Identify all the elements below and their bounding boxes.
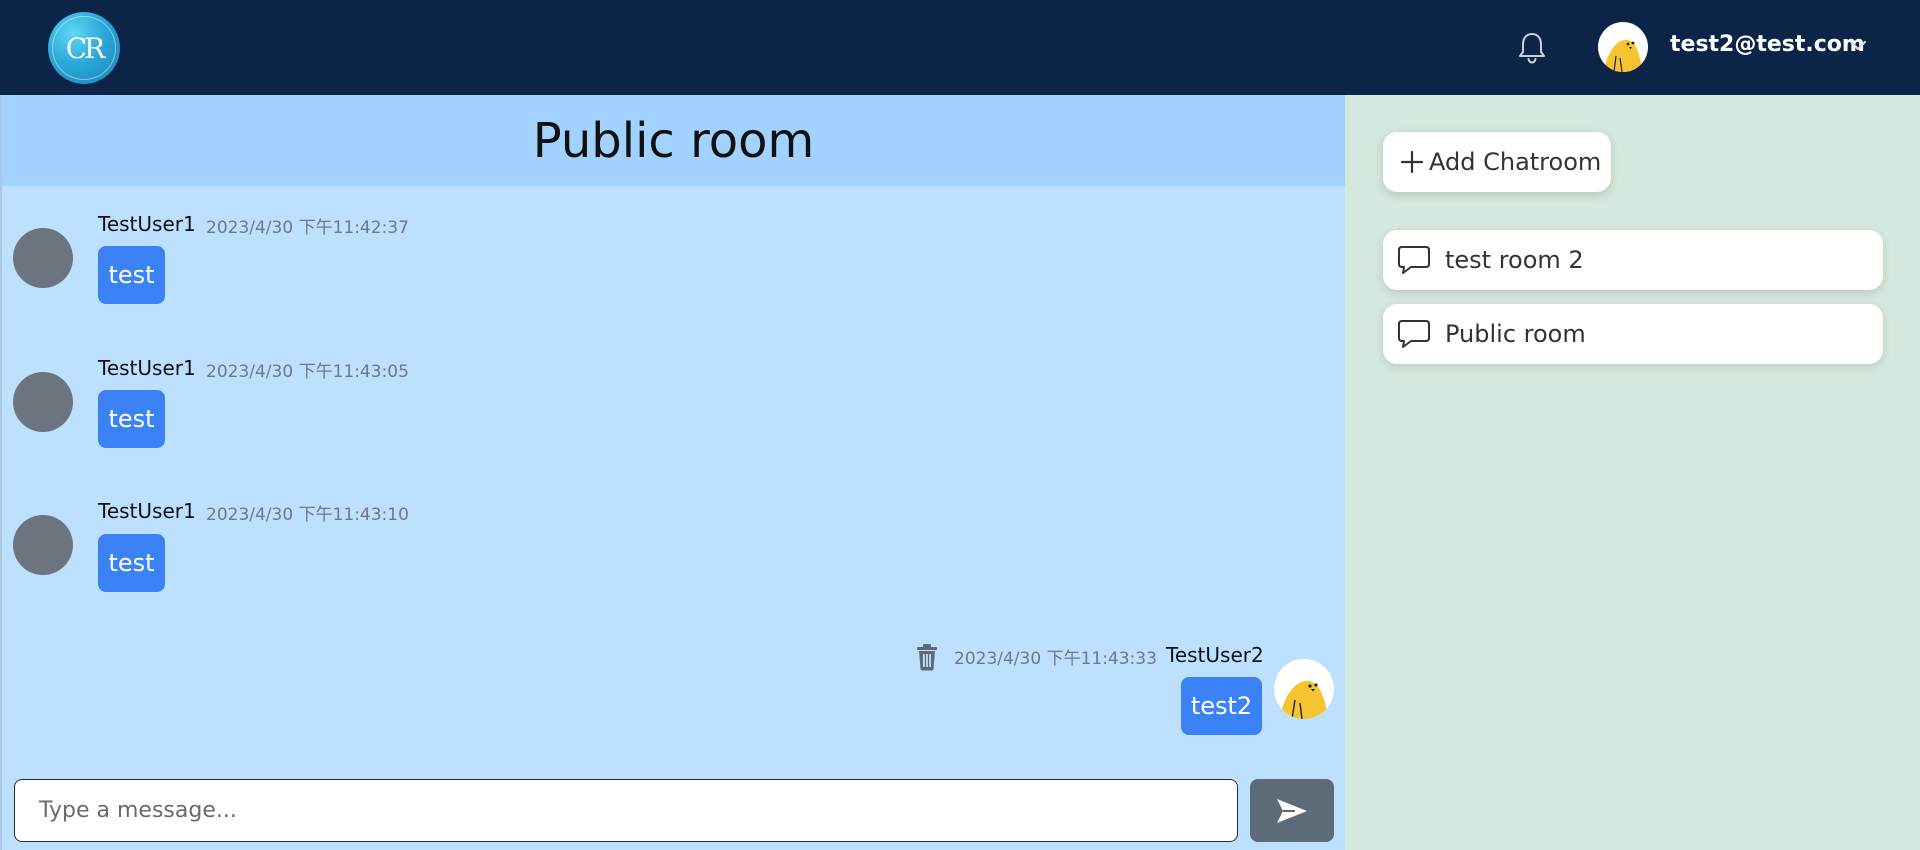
bird-avatar-icon	[1280, 680, 1328, 719]
chevron-down-icon[interactable]	[1848, 38, 1868, 52]
room-item-test-room-2[interactable]: test room 2	[1383, 230, 1883, 290]
add-chatroom-button[interactable]: Add Chatroom	[1383, 132, 1611, 192]
message-bubble: test	[98, 390, 165, 448]
message-input-wrapper	[14, 779, 1238, 842]
message-bubble: test2	[1181, 677, 1262, 735]
bell-icon[interactable]	[1516, 30, 1548, 66]
message-timestamp: 2023/4/30 下午11:43:05	[206, 362, 409, 382]
room-label: Public room	[1445, 320, 1586, 348]
own-avatar	[1274, 659, 1334, 719]
message-bubble: test	[98, 246, 165, 304]
logo-ring	[52, 16, 116, 80]
room-label: test room 2	[1445, 246, 1584, 274]
message-input[interactable]	[15, 780, 1237, 841]
message-sender: TestUser1	[98, 356, 196, 380]
send-icon	[1277, 798, 1307, 823]
message-timestamp: 2023/4/30 下午11:43:10	[206, 505, 409, 525]
chat-bubble-icon	[1398, 320, 1430, 348]
app-logo[interactable]: CR	[48, 12, 120, 84]
trash-icon[interactable]	[915, 643, 939, 671]
top-navbar: CR test2@test.com	[0, 0, 1920, 95]
chat-title: Public room	[2, 95, 1345, 186]
room-item-public-room[interactable]: Public room	[1383, 304, 1883, 364]
message-timestamp: 2023/4/30 下午11:43:33	[954, 649, 1157, 669]
sender-avatar	[13, 228, 73, 288]
chat-panel: Public room TestUser1 2023/4/30 下午11:42:…	[0, 95, 1345, 850]
sender-avatar	[13, 372, 73, 432]
send-button[interactable]	[1250, 779, 1334, 842]
message-sender: TestUser2	[1166, 643, 1264, 667]
plus-icon	[1400, 150, 1424, 174]
message-sender: TestUser1	[98, 499, 196, 523]
message-sender: TestUser1	[98, 212, 196, 236]
add-chatroom-label: Add Chatroom	[1429, 148, 1602, 176]
room-sidebar: Add Chatroom test room 2 Public room	[1345, 95, 1920, 850]
message-bubble: test	[98, 534, 165, 592]
bird-avatar-icon	[1604, 39, 1642, 72]
user-avatar[interactable]	[1598, 22, 1648, 72]
chat-bubble-icon	[1398, 246, 1430, 274]
user-email[interactable]: test2@test.com	[1670, 32, 1865, 57]
message-timestamp: 2023/4/30 下午11:42:37	[206, 218, 409, 238]
sender-avatar	[13, 515, 73, 575]
